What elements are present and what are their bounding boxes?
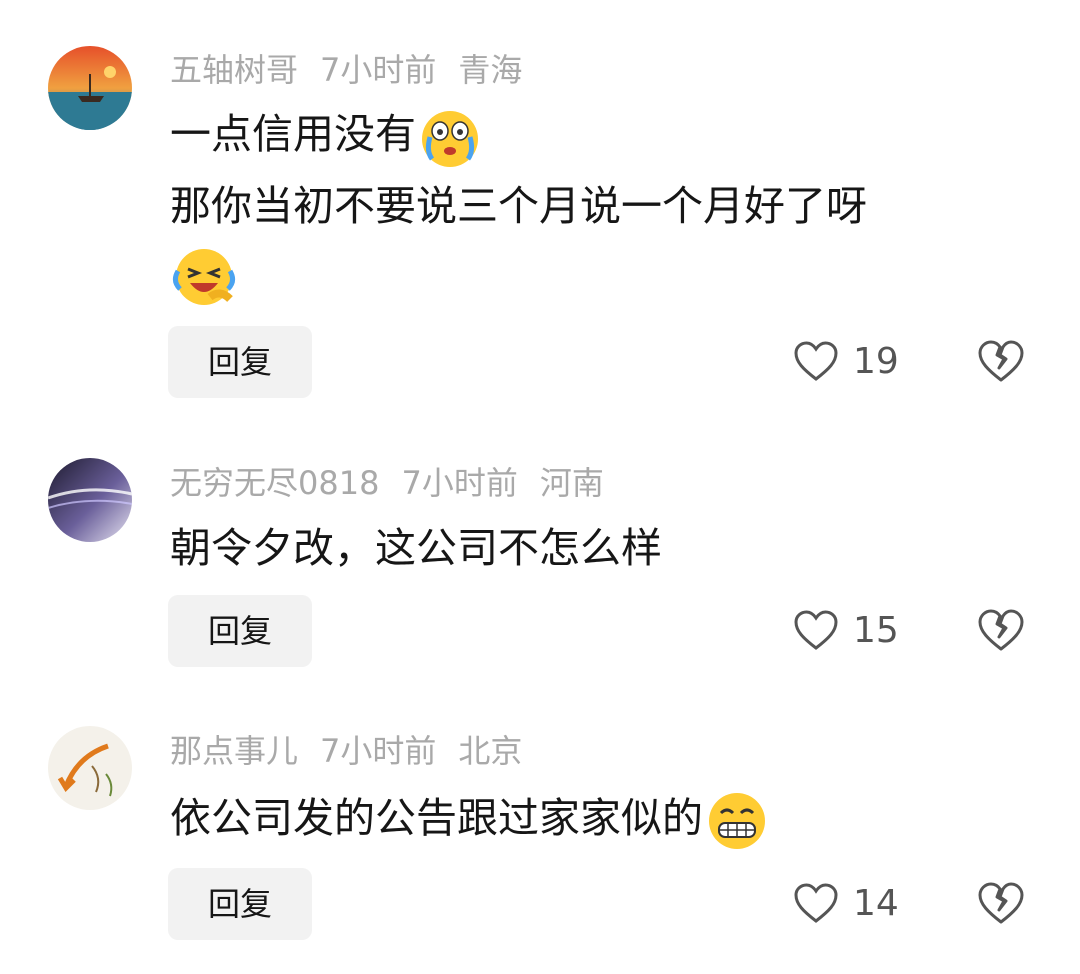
heart-icon [794, 341, 838, 381]
comment-line: 那你当初不要说三个月说一个月好了呀 [170, 182, 867, 230]
like-count: 14 [853, 882, 899, 924]
comment-text: 依公司发的公告跟过家家似的 [170, 782, 771, 855]
comment-text: 朝令夕改，这公司不怎么样 [170, 512, 662, 584]
like-count: 19 [853, 340, 899, 382]
comment-meta: 那点事儿 7小时前 北京 [170, 731, 544, 771]
comment-location: 北京 [458, 732, 523, 770]
avatar[interactable] [48, 458, 132, 542]
comment-text [170, 236, 238, 309]
avatar[interactable] [48, 726, 132, 810]
like-button[interactable]: 15 [793, 604, 899, 656]
crying-emoji-icon [422, 111, 478, 167]
broken-heart-icon[interactable] [977, 339, 1025, 383]
broken-heart-icon[interactable] [977, 881, 1025, 925]
comment-location: 河南 [539, 464, 604, 502]
comment-meta: 无穷无尽0818 7小时前 河南 [170, 463, 626, 503]
like-button[interactable]: 19 [793, 335, 899, 387]
like-count: 15 [853, 609, 899, 651]
comment-time: 7小时前 [320, 732, 437, 770]
comment-location: 青海 [458, 51, 523, 89]
reply-button[interactable]: 回复 [168, 595, 312, 667]
comment-time: 7小时前 [401, 464, 518, 502]
heart-icon [794, 610, 838, 650]
comment-line: 朝令夕改，这公司不怎么样 [170, 524, 662, 572]
username[interactable]: 那点事儿 [170, 732, 298, 770]
comment-time: 7小时前 [320, 51, 437, 89]
reply-button[interactable]: 回复 [168, 868, 312, 940]
reply-button[interactable]: 回复 [168, 326, 312, 398]
like-button[interactable]: 14 [793, 877, 899, 929]
heart-icon [794, 883, 838, 923]
grinning-emoji-icon [709, 793, 765, 849]
comment-line: 一点信用没有 [170, 110, 416, 158]
comment-meta: 五轴树哥 7小时前 青海 [170, 50, 544, 90]
comment-line: 依公司发的公告跟过家家似的 [170, 794, 703, 842]
avatar[interactable] [48, 46, 132, 130]
comment-text: 那你当初不要说三个月说一个月好了呀 [170, 170, 867, 242]
broken-heart-icon[interactable] [977, 608, 1025, 652]
username[interactable]: 无穷无尽0818 [170, 464, 379, 502]
comment-text: 一点信用没有 [170, 98, 484, 171]
username[interactable]: 五轴树哥 [170, 51, 298, 89]
laughing-tears-emoji-icon [172, 249, 236, 305]
